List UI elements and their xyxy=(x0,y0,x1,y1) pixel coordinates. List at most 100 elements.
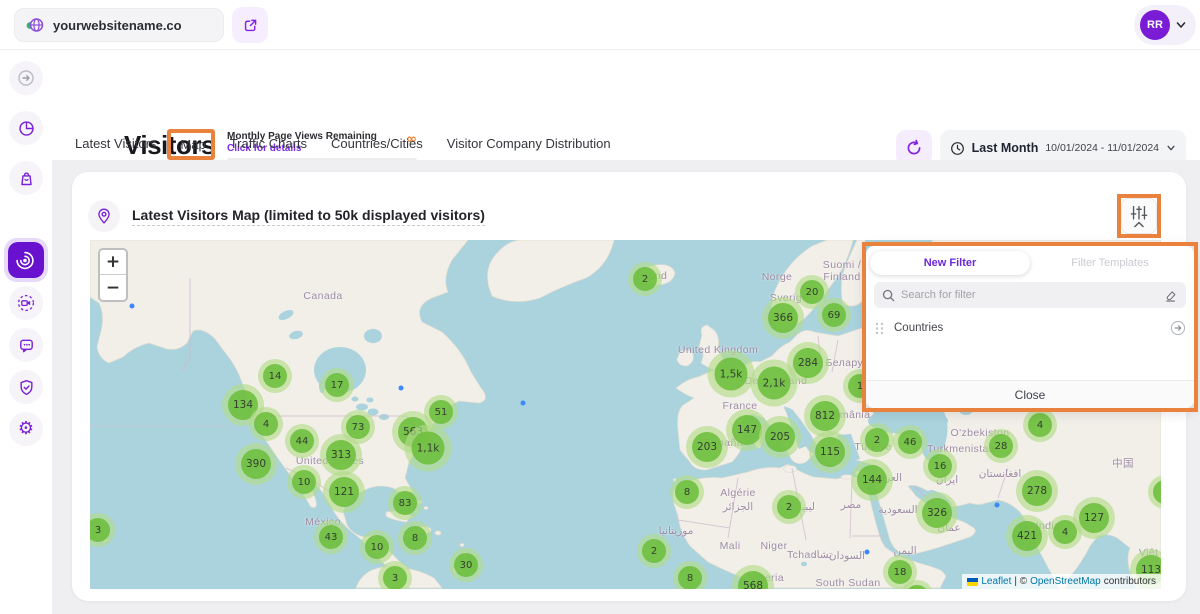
cluster-marker[interactable]: 4 xyxy=(249,407,283,441)
cluster-marker[interactable]: 2 xyxy=(860,423,894,457)
map-place-label: الجزائر xyxy=(723,501,753,513)
avatar: RR xyxy=(1140,10,1170,40)
map-place-label: السودان xyxy=(829,550,865,562)
cluster-marker[interactable]: 69 xyxy=(817,298,851,332)
map-attribution: Leaflet | © OpenStreetMap contributors xyxy=(962,574,1161,589)
zoom-out-button[interactable]: − xyxy=(100,275,126,300)
cluster-marker[interactable]: 51 xyxy=(424,395,458,429)
city-dot xyxy=(865,550,870,555)
cluster-marker[interactable]: 1,1k xyxy=(405,425,452,472)
cluster-marker[interactable]: 284 xyxy=(787,342,829,384)
sidebar-item-visitors[interactable] xyxy=(4,238,48,282)
filter-toggle-button[interactable] xyxy=(1121,198,1157,234)
filter-close-button[interactable]: Close xyxy=(866,380,1194,408)
cluster-marker[interactable]: 390 xyxy=(235,443,277,485)
top-bar: yourwebsitename.co RR xyxy=(0,0,1200,50)
cluster-marker[interactable]: 10 xyxy=(360,530,394,564)
sidebar-item-recordings[interactable] xyxy=(9,286,43,320)
filter-tab-new[interactable]: New Filter xyxy=(870,251,1030,275)
cluster-marker[interactable]: 203 xyxy=(686,426,728,468)
clock-icon xyxy=(950,141,965,156)
osm-link[interactable]: OpenStreetMap xyxy=(1030,576,1101,587)
city-dot xyxy=(521,401,526,406)
arrow-right-circle-icon[interactable] xyxy=(1170,320,1186,336)
cluster-marker[interactable]: 144 xyxy=(851,459,893,501)
tab-company-distribution[interactable]: Visitor Company Distribution xyxy=(447,136,611,155)
cluster-marker[interactable]: 46 xyxy=(893,425,927,459)
filter-tab-templates[interactable]: Filter Templates xyxy=(1030,257,1190,269)
cluster-marker[interactable]: 2 xyxy=(637,534,671,568)
sidebar-item-dashboard[interactable] xyxy=(9,111,43,145)
sidebar-nav: ⚙ xyxy=(0,50,52,614)
sidebar-item-privacy[interactable] xyxy=(9,370,43,404)
sidebar-item-feedback[interactable] xyxy=(9,328,43,362)
cluster-marker[interactable]: 14 xyxy=(258,359,292,393)
map-place-label: 中国 xyxy=(1112,456,1134,471)
period-range: 10/01/2024 - 11/01/2024 xyxy=(1045,142,1159,154)
refresh-icon xyxy=(905,139,923,157)
cluster-marker[interactable]: 8 xyxy=(398,521,432,555)
tab-map[interactable]: Map xyxy=(180,137,205,157)
city-dot xyxy=(995,503,1000,508)
cluster-marker[interactable]: 16 xyxy=(923,449,957,483)
map-place-label: مصر xyxy=(841,499,862,511)
filter-search-box xyxy=(874,282,1186,308)
cluster-marker[interactable]: 127 xyxy=(1073,497,1115,539)
filter-panel: New Filter Filter Templates Countries Cl… xyxy=(866,246,1194,408)
chevron-down-icon xyxy=(1175,19,1187,31)
cluster-marker[interactable]: 115 xyxy=(809,431,851,473)
map-zoom-control: + − xyxy=(98,248,128,302)
zoom-in-button[interactable]: + xyxy=(100,250,126,275)
eraser-icon[interactable] xyxy=(1164,288,1178,302)
settings-gear-icon: ⚙ xyxy=(18,420,34,438)
cluster-marker[interactable]: 2 xyxy=(772,490,806,524)
cluster-marker[interactable]: 1,5k xyxy=(708,351,755,398)
cluster-marker[interactable]: 121 xyxy=(323,471,365,513)
map-card-title: Latest Visitors Map (limited to 50k disp… xyxy=(132,207,485,226)
cluster-marker[interactable]: 73 xyxy=(341,410,375,444)
sidebar-item-ecommerce[interactable] xyxy=(9,161,43,195)
period-label: Last Month xyxy=(972,141,1039,155)
pie-chart-icon xyxy=(17,119,36,138)
user-menu[interactable]: RR xyxy=(1134,5,1196,45)
tab-countries-cities[interactable]: Countries/Cities xyxy=(331,136,423,155)
open-website-button[interactable] xyxy=(232,7,268,43)
filter-search-input[interactable] xyxy=(901,289,1158,301)
tab-traffic-charts[interactable]: Traffic Charts xyxy=(230,136,307,155)
cluster-marker[interactable]: 8 xyxy=(670,475,704,509)
cluster-marker[interactable]: 44 xyxy=(285,424,319,458)
cluster-marker[interactable]: 421 xyxy=(1006,515,1048,557)
cluster-marker[interactable]: 43 xyxy=(314,520,348,554)
filter-sliders-icon xyxy=(1129,205,1149,221)
city-dot xyxy=(130,304,135,309)
cluster-marker[interactable]: 30 xyxy=(449,548,483,582)
cluster-marker[interactable]: 205 xyxy=(759,416,801,458)
shield-check-icon xyxy=(17,378,36,397)
filter-item-countries[interactable]: Countries xyxy=(874,316,1186,340)
cluster-marker[interactable]: 2 xyxy=(628,262,662,296)
search-icon xyxy=(882,289,895,302)
tab-latest-visitors[interactable]: Latest Visitors xyxy=(75,136,156,155)
cluster-marker[interactable]: 4 xyxy=(1023,408,1057,442)
map-place-label: Mali xyxy=(720,540,741,552)
leaflet-link[interactable]: Leaflet xyxy=(981,576,1011,587)
cluster-marker[interactable]: 8 xyxy=(673,561,707,589)
cluster-marker[interactable]: 278 xyxy=(1016,470,1058,512)
shopping-bag-icon xyxy=(17,169,36,188)
cluster-marker[interactable]: 17 xyxy=(320,368,354,402)
chat-bubble-icon xyxy=(17,336,36,355)
sidebar-item-settings[interactable]: ⚙ xyxy=(9,412,43,446)
website-selector[interactable]: yourwebsitename.co xyxy=(14,8,224,42)
map-place-label: السعودية xyxy=(878,504,917,516)
map-place-label: Algérie xyxy=(720,487,755,499)
drag-handle-icon xyxy=(874,321,885,336)
cluster-marker[interactable]: 28 xyxy=(984,429,1018,463)
cluster-marker[interactable]: 10 xyxy=(287,465,321,499)
cluster-marker[interactable]: 83 xyxy=(388,486,422,520)
cluster-marker[interactable]: 366 xyxy=(762,297,804,339)
map-place-label: موريتانيا xyxy=(659,525,694,537)
cluster-marker[interactable]: 326 xyxy=(916,492,958,534)
cluster-marker[interactable]: 3 xyxy=(378,561,412,589)
sidebar-collapse-icon[interactable] xyxy=(9,61,43,95)
map-place-label: Niger xyxy=(760,540,787,552)
